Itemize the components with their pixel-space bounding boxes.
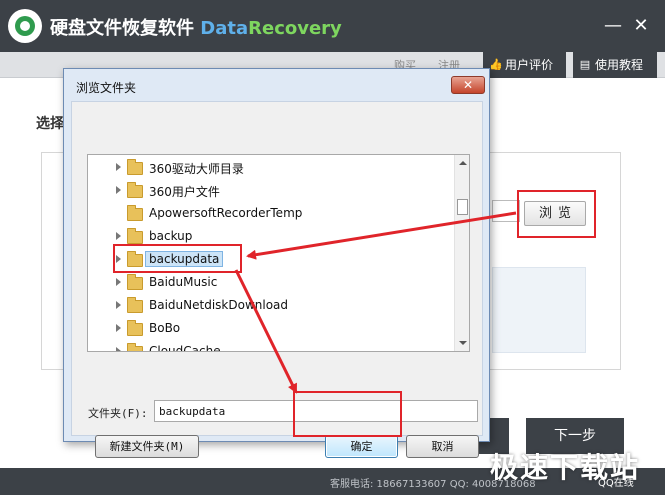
app-title-bar: 硬盘文件恢复软件 DataRecovery — ✕	[0, 0, 665, 52]
tree-item-label: BoBo	[149, 321, 181, 335]
expand-arrow-icon[interactable]	[116, 347, 121, 351]
book-icon: ▤	[579, 58, 591, 71]
annotation-box-selected-folder	[113, 244, 242, 273]
expand-arrow-icon[interactable]	[116, 232, 121, 240]
folder-icon	[127, 159, 143, 175]
expand-arrow-icon[interactable]	[116, 324, 121, 332]
user-review-button[interactable]: 👍 用户评价	[483, 52, 566, 78]
tree-item[interactable]: ApowersoftRecorderTemp	[88, 204, 454, 224]
tutorial-button[interactable]: ▤ 使用教程	[573, 52, 657, 78]
user-review-label: 用户评价	[505, 58, 554, 72]
app-title-cn: 硬盘文件恢复软件	[50, 18, 194, 39]
scroll-down-icon[interactable]	[459, 341, 467, 345]
folder-icon	[127, 182, 143, 198]
minimize-button[interactable]: —	[602, 15, 624, 37]
tree-item[interactable]: 360用户文件	[88, 181, 454, 201]
folder-icon	[127, 343, 143, 351]
expand-arrow-icon[interactable]	[116, 186, 121, 194]
tree-item[interactable]: 360驱动大师目录	[88, 158, 454, 178]
tree-item-label: 360用户文件	[149, 185, 220, 199]
tree-item-label: backup	[149, 229, 193, 243]
path-field[interactable]	[492, 200, 520, 222]
tree-item[interactable]: CloudCache	[88, 342, 454, 352]
folder-label: 文件夹(F):	[88, 407, 148, 420]
folder-icon	[127, 274, 143, 290]
app-logo-icon	[8, 9, 42, 43]
tree-item-label: ApowersoftRecorderTemp	[149, 206, 303, 220]
tree-item[interactable]: BoBo	[88, 319, 454, 339]
folder-icon	[127, 205, 143, 221]
expand-arrow-icon[interactable]	[116, 278, 121, 286]
tree-item-label: CloudCache	[149, 344, 221, 352]
thumbs-up-icon: 👍	[489, 58, 503, 71]
folder-icon	[127, 228, 143, 244]
new-folder-button[interactable]: 新建文件夹(M)	[95, 435, 199, 458]
tree-item-label: BaiduMusic	[149, 275, 218, 289]
info-panel	[492, 267, 586, 353]
tutorial-label: 使用教程	[595, 58, 644, 72]
ok-button[interactable]: 确定	[325, 435, 398, 458]
cancel-button[interactable]: 取消	[406, 435, 479, 458]
annotation-box-ok	[293, 391, 402, 437]
tree-item[interactable]: BaiduNetdiskDownload	[88, 296, 454, 316]
app-title-recovery: Recovery	[248, 18, 342, 39]
select-heading: 选择	[36, 116, 64, 132]
expand-arrow-icon[interactable]	[116, 301, 121, 309]
dialog-title: 浏览文件夹	[76, 81, 137, 95]
annotation-box-browse	[517, 190, 596, 238]
app-title-en: DataRecovery	[200, 18, 342, 39]
scroll-thumb[interactable]	[457, 199, 468, 215]
tree-item[interactable]: BaiduMusic	[88, 273, 454, 293]
folder-icon	[127, 320, 143, 336]
app-title-data: Data	[200, 18, 249, 39]
qq-online-link[interactable]: QQ在线	[598, 474, 634, 489]
dialog-close-button[interactable]: ✕	[451, 76, 485, 94]
folder-icon	[127, 297, 143, 313]
tree-item-label: BaiduNetdiskDownload	[149, 298, 289, 312]
app-title: 硬盘文件恢复软件 DataRecovery	[50, 14, 342, 40]
close-app-button[interactable]: ✕	[630, 15, 652, 37]
scroll-up-icon[interactable]	[459, 161, 467, 165]
expand-arrow-icon[interactable]	[116, 163, 121, 171]
tree-item-label: 360驱动大师目录	[149, 162, 244, 176]
tree-scrollbar[interactable]	[454, 155, 469, 351]
